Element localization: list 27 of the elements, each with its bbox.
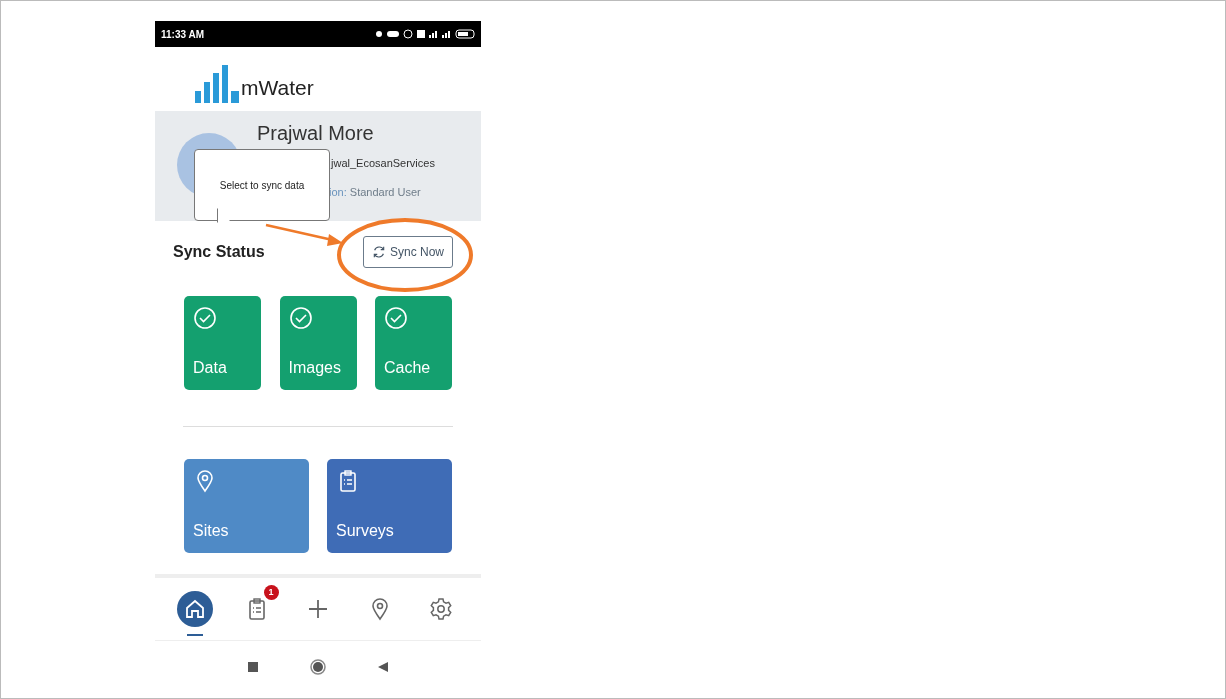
sync-status-tile: Cache — [375, 296, 452, 390]
plus-icon — [306, 597, 330, 621]
user-role: ion: Standard User — [329, 184, 422, 200]
signal-icon — [442, 29, 451, 39]
sync-status-tile: Data — [184, 296, 261, 390]
check-circle-icon — [288, 306, 313, 330]
status-time: 11:33 AM — [161, 27, 204, 42]
back-icon[interactable] — [378, 662, 388, 672]
check-circle-icon — [384, 306, 408, 330]
notification-count: 1 — [263, 585, 279, 600]
sync-status-tile: Images — [279, 296, 357, 390]
battery-icon — [455, 29, 475, 39]
signal-icon — [429, 29, 438, 39]
sync-icon — [371, 245, 386, 259]
settings-icon — [429, 597, 453, 621]
sync-now-button[interactable]: Sync Now — [362, 236, 453, 268]
menu-tile[interactable]: Sites — [184, 459, 309, 553]
logo-icon — [195, 65, 239, 103]
logo-text: mWater — [241, 74, 314, 101]
section-title: Sync Status — [173, 242, 265, 262]
home-icon[interactable] — [310, 659, 326, 675]
home-icon — [183, 597, 207, 621]
tooltip-text: Select to sync data — [219, 180, 305, 191]
menu-tile[interactable]: Surveys — [327, 459, 452, 553]
check-circle-icon — [193, 306, 217, 330]
user-id: jwal_EcosanServices — [331, 156, 435, 171]
user-name: Prajwal More — [257, 123, 375, 143]
